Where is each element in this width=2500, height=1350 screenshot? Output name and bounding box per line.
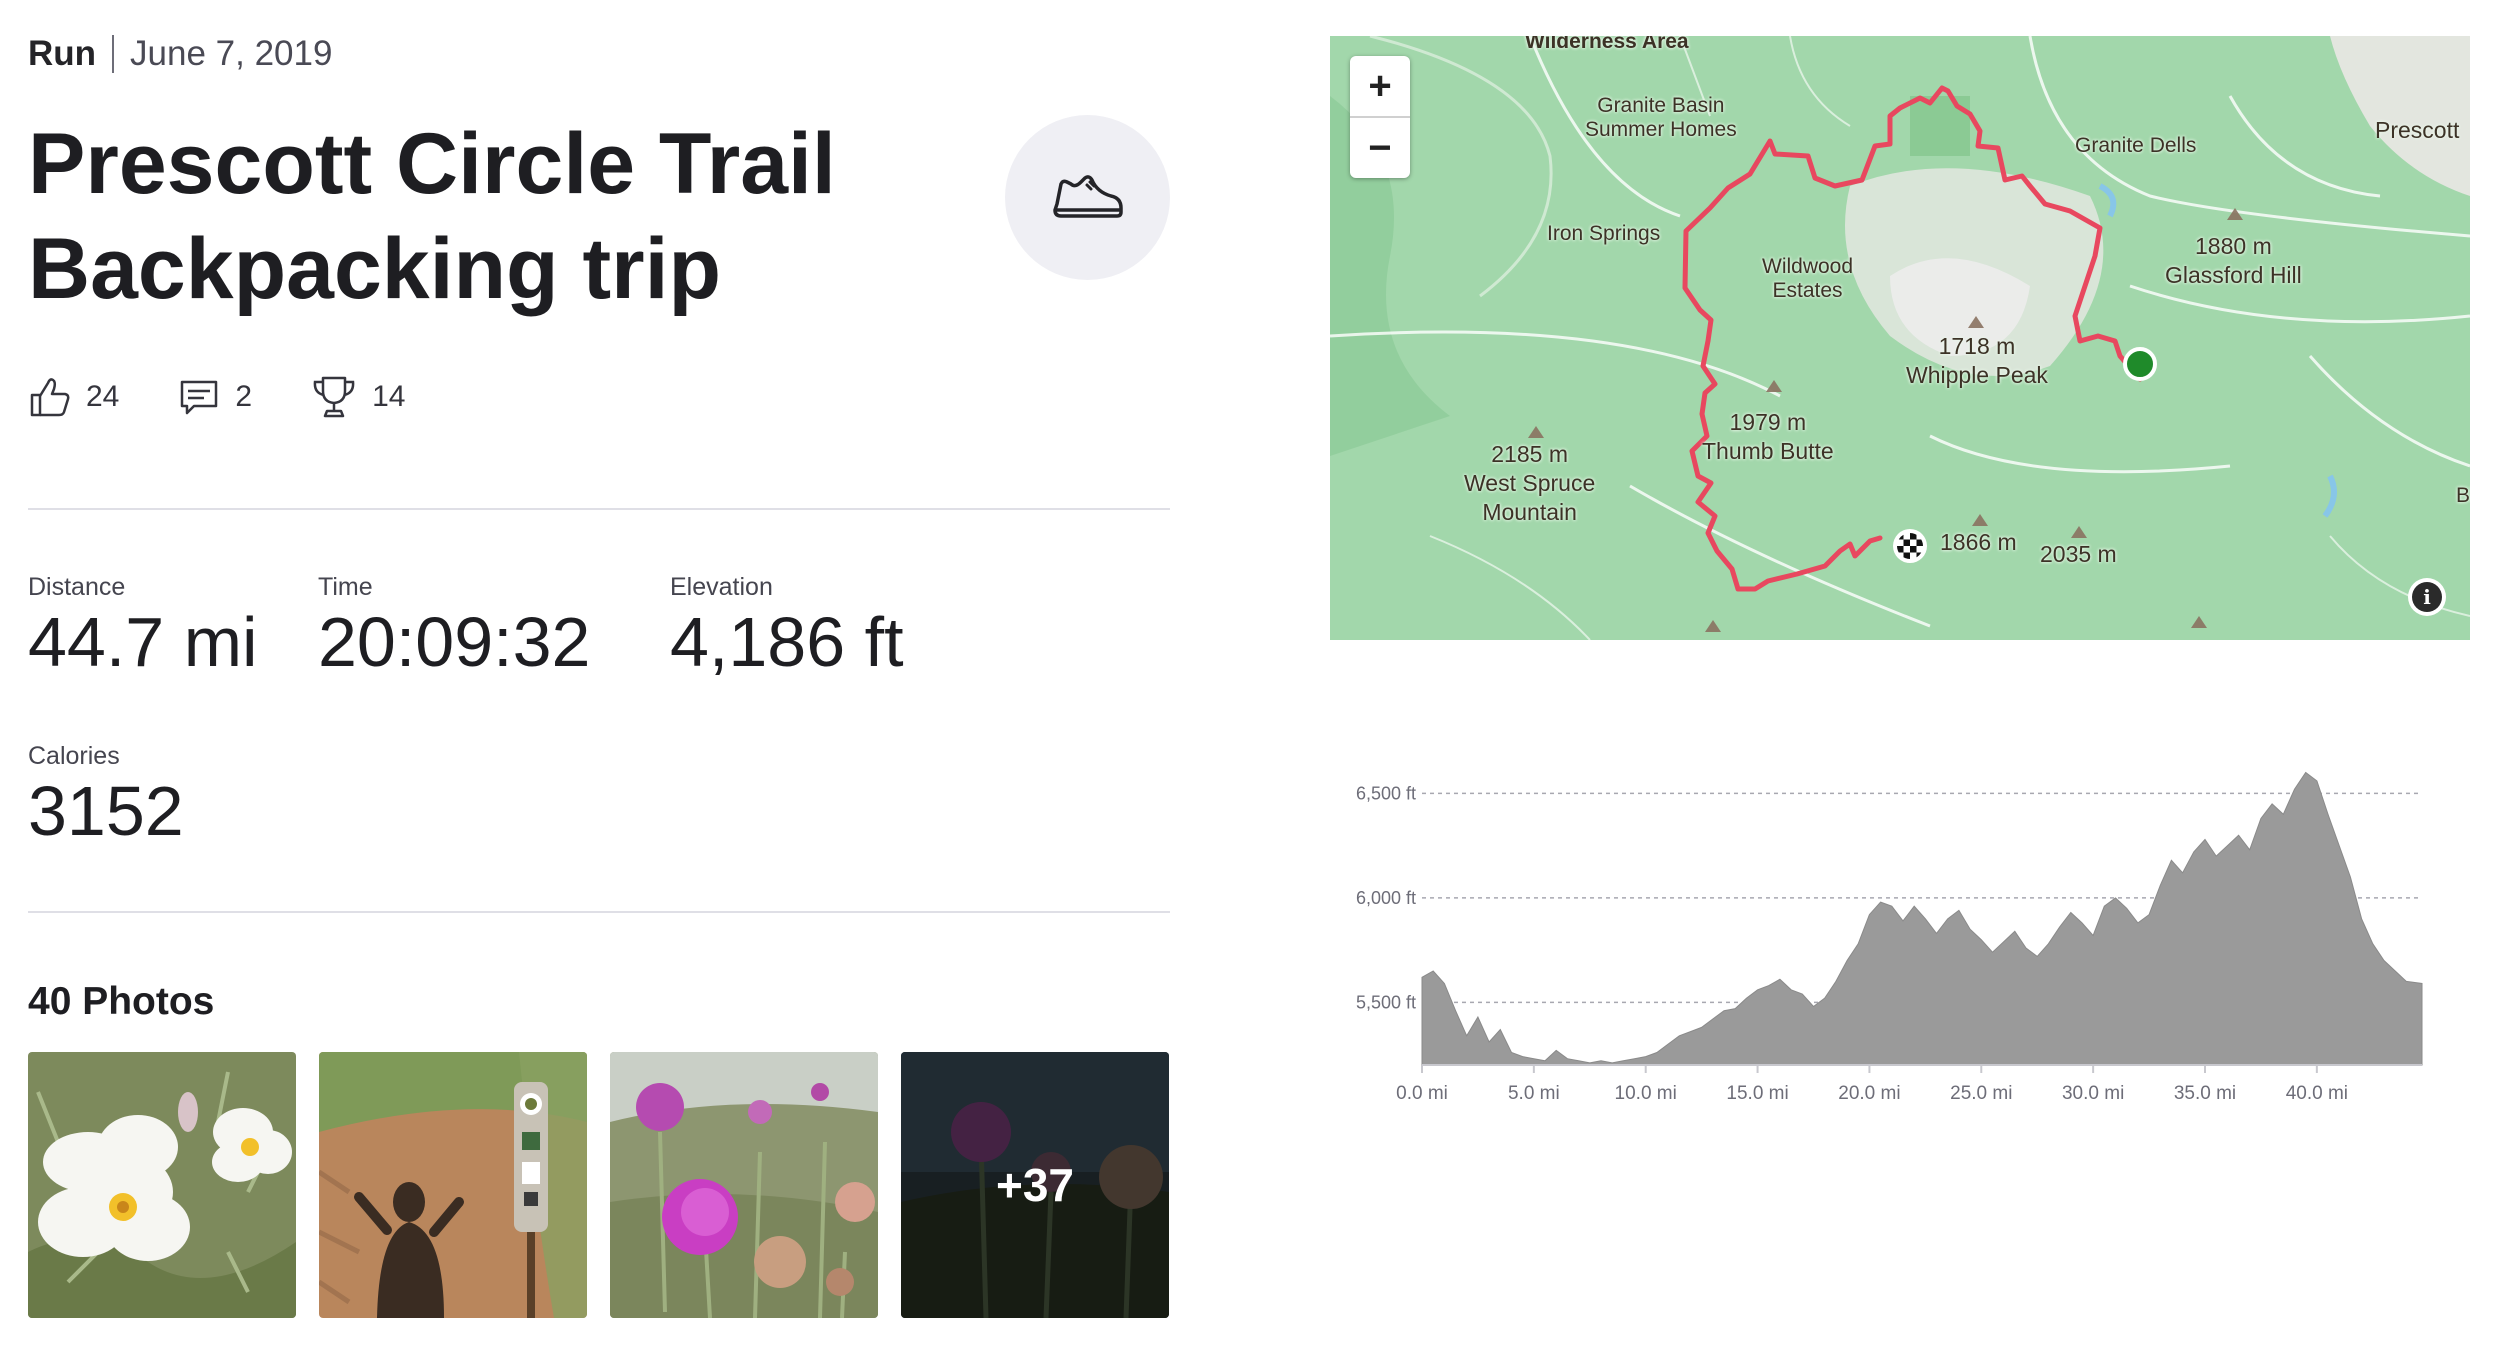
more-photos-count: +37 — [995, 1159, 1075, 1211]
x-tick-label: 25.0 mi — [1950, 1083, 2012, 1104]
stat-value: 4,186 ft — [670, 603, 904, 681]
map-label: Bl — [2456, 484, 2470, 507]
elevation-chart-svg: 6,500 ft 6,000 ft 5,500 ft 0.0 mi 5.0 mi 10.0… — [1356, 771, 2423, 1104]
route-finish-marker — [1893, 529, 1927, 563]
thumbs-up-icon — [30, 378, 70, 417]
x-tick-label: 10.0 mi — [1615, 1083, 1677, 1104]
stat-label: Time — [318, 573, 373, 601]
header-separator — [112, 35, 115, 73]
route-map[interactable]: Wilderness Area Granite Basin Summer Hom… — [1330, 36, 2470, 640]
trophy-icon — [313, 376, 355, 418]
photo-thumbnail[interactable] — [610, 1052, 878, 1318]
zoom-out-button[interactable]: − — [1350, 118, 1410, 178]
x-tick-label: 40.0 mi — [2286, 1083, 2348, 1104]
divider — [28, 508, 1170, 510]
map-label: Wildwood Estates — [1762, 255, 1854, 302]
comments-button[interactable]: 2 — [177, 375, 252, 419]
map-label: 1979 m Thumb Butte — [1702, 409, 1834, 464]
map-info-button[interactable]: i — [2408, 578, 2446, 616]
stat-value: 44.7 mi — [28, 603, 258, 681]
map-label: 2185 m West Spruce Mountain — [1464, 441, 1596, 525]
x-tick-label: 5.0 mi — [1508, 1083, 1560, 1104]
map-label: 1718 m Whipple Peak — [1906, 333, 2048, 388]
comments-count: 2 — [235, 380, 253, 413]
map-label: 1866 m — [1940, 529, 2017, 555]
achievements-count: 14 — [372, 380, 406, 413]
x-tick-label: 30.0 mi — [2062, 1083, 2124, 1104]
elevation-chart[interactable]: 6,500 ft 6,000 ft 5,500 ft 0.0 mi 5.0 mi 10.0… — [1330, 740, 2470, 1125]
stat-label: Calories — [28, 742, 120, 770]
stat-value: 3152 — [28, 772, 184, 850]
stat-calories: Calories 3152 — [28, 742, 184, 851]
map-label: Granite Basin Summer Homes — [1585, 94, 1737, 141]
photo-thumbnail[interactable] — [319, 1052, 587, 1318]
x-tick-label: 0.0 mi — [1396, 1083, 1448, 1104]
photo-thumbnail-more[interactable]: +37 — [901, 1052, 1169, 1318]
x-tick-label: 15.0 mi — [1726, 1083, 1788, 1104]
comment-icon — [181, 380, 218, 415]
stat-distance: Distance 44.7 mi — [28, 573, 258, 682]
sport-badge — [1005, 115, 1170, 280]
achievements-button[interactable]: 14 — [310, 373, 405, 421]
zoom-controls: + − — [1350, 56, 1410, 178]
divider — [28, 911, 1170, 913]
activity-header: Run June 7, 2019 — [28, 34, 332, 74]
map-label: 1880 m Glassford Hill — [2165, 233, 2302, 288]
stat-value: 20:09:32 — [318, 603, 591, 681]
stat-elevation: Elevation 4,186 ft — [670, 573, 904, 682]
map-label: Iron Springs — [1547, 222, 1661, 245]
map-label: Prescott — [2375, 117, 2460, 143]
activity-type: Run — [28, 34, 97, 73]
x-tick-label: 20.0 mi — [1838, 1083, 1900, 1104]
map-label: 2035 m — [2040, 541, 2117, 567]
zoom-in-button[interactable]: + — [1350, 56, 1410, 116]
map-label: Granite Dells — [2075, 134, 2197, 157]
activity-date: June 7, 2019 — [130, 34, 333, 73]
info-icon: i — [2412, 582, 2442, 612]
y-tick-label: 5,500 ft — [1356, 992, 1416, 1012]
route-start-marker — [2123, 347, 2157, 381]
kudos-count: 24 — [86, 380, 120, 413]
photos-title: 40 Photos — [28, 980, 215, 1023]
x-tick-label: 35.0 mi — [2174, 1083, 2236, 1104]
kudos-button[interactable]: 24 — [28, 375, 119, 419]
y-tick-label: 6,000 ft — [1356, 888, 1416, 908]
photo-thumbnail[interactable] — [28, 1052, 296, 1318]
social-bar: 24 2 14 — [28, 373, 463, 421]
stat-label: Elevation — [670, 573, 773, 601]
stat-label: Distance — [28, 573, 126, 601]
activity-title: Prescott Circle Trail Backpacking trip — [28, 116, 836, 317]
map-label: Wilderness Area — [1525, 36, 1689, 53]
stat-time: Time 20:09:32 — [318, 573, 590, 682]
elevation-area — [1421, 771, 2423, 1066]
running-shoe-icon — [1052, 174, 1123, 218]
y-tick-label: 6,500 ft — [1356, 783, 1416, 803]
